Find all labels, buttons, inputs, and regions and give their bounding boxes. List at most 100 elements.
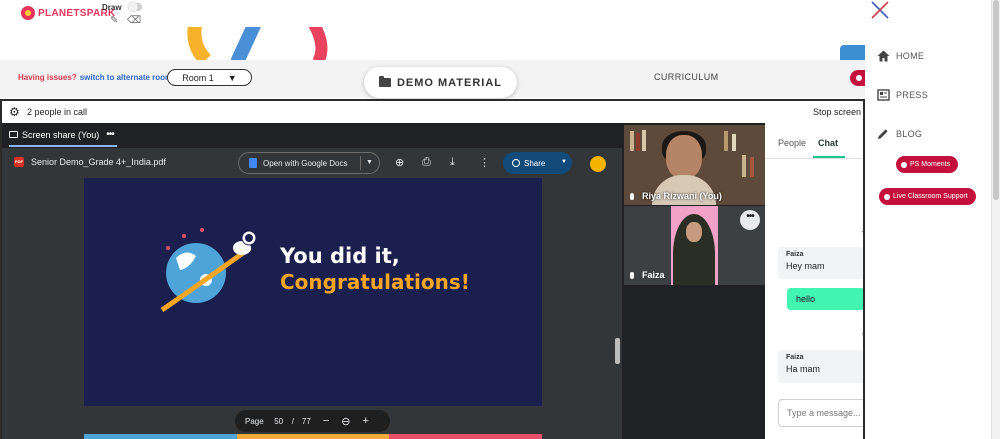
- zoom-in-icon[interactable]: +: [362, 415, 368, 427]
- dropdown-caret-icon[interactable]: ▼: [366, 159, 373, 166]
- message-status-icon: ✓: [861, 329, 863, 337]
- pdf-toolbar: PDF Senior Demo_Grade 4+_India.pdf Open …: [2, 148, 622, 178]
- menu-item-home[interactable]: HOME: [877, 50, 924, 62]
- top-bar: PLANETSPARK Draw ✎ ⌫: [0, 0, 865, 27]
- ps-moments-label: PS Moments: [910, 161, 951, 168]
- participant-face: [686, 222, 702, 242]
- share-button[interactable]: Share ▼: [503, 152, 572, 174]
- message-text: Ha mam: [786, 364, 821, 374]
- book: [732, 134, 736, 151]
- tile-more-options-icon[interactable]: •••: [740, 210, 760, 230]
- live-support-label: Live Classroom Support: [893, 193, 968, 200]
- open-with-label: Open with Google Docs: [263, 158, 348, 168]
- screen-share-tab[interactable]: Screen share (You) •••: [9, 129, 115, 140]
- chat-message-input[interactable]: Type a message...: [778, 399, 863, 427]
- curriculum-link[interactable]: CURRICULUM: [654, 72, 719, 82]
- page-separator: /: [291, 416, 294, 426]
- menu-item-press[interactable]: PRESS: [877, 89, 928, 101]
- share-caret-icon: ▼: [561, 159, 567, 165]
- zoom-out-icon[interactable]: −: [323, 415, 329, 427]
- ps-moments-button[interactable]: PS Moments: [896, 156, 959, 173]
- app-root: PLANETSPARK Draw ✎ ⌫ Having issues? switc…: [0, 0, 1000, 439]
- add-to-drive-icon[interactable]: ⊕: [395, 156, 404, 169]
- page-total: 77: [301, 416, 311, 426]
- pdf-viewer: PDF Senior Demo_Grade 4+_India.pdf Open …: [2, 148, 622, 439]
- zoom-fit-icon[interactable]: ⊖: [341, 415, 350, 428]
- pdf-file-icon: PDF: [14, 157, 24, 167]
- issues-text: Having issues?: [18, 73, 77, 82]
- book: [750, 157, 754, 177]
- download-icon[interactable]: ⤓: [450, 156, 455, 169]
- slide-title-line2: Congratulations!: [280, 270, 470, 294]
- strip-orange: [237, 434, 389, 439]
- people-in-call[interactable]: 2 people in call: [27, 107, 87, 117]
- participant-photo: [671, 206, 718, 285]
- pdf-scrollbar-thumb[interactable]: [615, 338, 620, 364]
- chat-divider: [765, 158, 863, 159]
- rocket-astronaut-illustration: [160, 228, 257, 313]
- page-controls: Page 50 / 77 − ⊖ +: [235, 410, 390, 432]
- video-tile-self[interactable]: Riya Rizwani (You): [624, 125, 765, 205]
- globe-icon: [512, 159, 520, 167]
- gear-icon[interactable]: ⚙: [9, 105, 20, 119]
- screen-share-label: Screen share (You): [22, 129, 100, 140]
- gemini-icon[interactable]: [590, 156, 606, 172]
- book: [724, 131, 728, 151]
- pencil-icon[interactable]: ✎: [110, 15, 118, 26]
- issues-notice: Having issues? switch to alternate room: [18, 73, 172, 82]
- draw-toggle[interactable]: [128, 2, 142, 12]
- home-icon: [877, 50, 890, 62]
- mic-icon: [630, 192, 634, 200]
- tile-faiza-name: Faiza: [642, 270, 665, 280]
- eraser-icon[interactable]: ⌫: [127, 15, 141, 26]
- book: [742, 155, 746, 177]
- more-options-icon[interactable]: •••: [106, 129, 114, 140]
- caret-down-icon: ▼: [227, 72, 237, 83]
- screen-share-tabbar: Screen share (You) •••: [2, 123, 622, 148]
- message-text: Hey mam: [786, 261, 825, 271]
- stop-screen-button[interactable]: Stop screen: [813, 107, 861, 117]
- print-icon[interactable]: ⎙: [422, 156, 431, 169]
- chat-message: Faiza Ha mam: [778, 350, 863, 383]
- message-sender: Faiza: [786, 251, 804, 258]
- tile-faiza-label: Faiza: [630, 270, 665, 280]
- participant-face: [666, 135, 702, 179]
- tile-self-name: Riya Rizwani (You): [642, 191, 722, 201]
- close-icon[interactable]: [870, 0, 890, 20]
- menu-item-blog[interactable]: BLOG: [877, 128, 922, 140]
- demo-material-label: DEMO MATERIAL: [396, 76, 503, 89]
- page-scrollbar-thumb[interactable]: [993, 0, 999, 200]
- tab-people[interactable]: People: [778, 138, 806, 148]
- newspaper-icon: [877, 89, 890, 101]
- demo-material-button[interactable]: DEMO MATERIAL: [364, 67, 517, 98]
- chat-message-own: hello: [787, 288, 863, 310]
- call-top-bar: ⚙ 2 people in call Stop screen: [2, 101, 863, 123]
- support-icon: [884, 193, 890, 200]
- ps-moments-icon: [901, 161, 907, 168]
- chat-message: Faiza Hey mam: [778, 247, 863, 279]
- video-tile-faiza[interactable]: ••• Faiza: [624, 206, 765, 285]
- book: [636, 133, 640, 151]
- room-select-value: Room 1: [182, 72, 214, 83]
- switch-room-link[interactable]: switch to alternate room: [80, 73, 172, 82]
- next-slide-strip: [84, 434, 542, 439]
- page-number-input[interactable]: 50: [274, 417, 284, 426]
- video-tiles: Riya Rizwani (You) ••• Faiza: [622, 123, 765, 439]
- tab-chat[interactable]: Chat: [818, 138, 838, 148]
- message-status-icon: ✓: [861, 227, 863, 235]
- draw-label: Draw: [102, 3, 122, 12]
- open-with-google-docs-button[interactable]: Open with Google Docs ▼: [238, 152, 380, 174]
- message-sender: Faiza: [786, 354, 804, 361]
- strip-pink: [389, 434, 542, 439]
- pencil-icon: [878, 129, 888, 139]
- strip-blue: [84, 434, 237, 439]
- video-call-window: ⚙ 2 people in call Stop screen Screen sh…: [0, 99, 865, 439]
- menu-label-home: HOME: [896, 51, 925, 61]
- pdf-filename: Senior Demo_Grade 4+_India.pdf: [31, 157, 166, 167]
- logo-mark-icon: [21, 6, 35, 20]
- room-select[interactable]: Room 1 ▼: [167, 69, 252, 86]
- book: [642, 130, 646, 151]
- google-docs-icon: [249, 158, 257, 168]
- more-vert-icon[interactable]: ⋮: [479, 156, 490, 169]
- live-classroom-support-button[interactable]: Live Classroom Support: [879, 188, 976, 205]
